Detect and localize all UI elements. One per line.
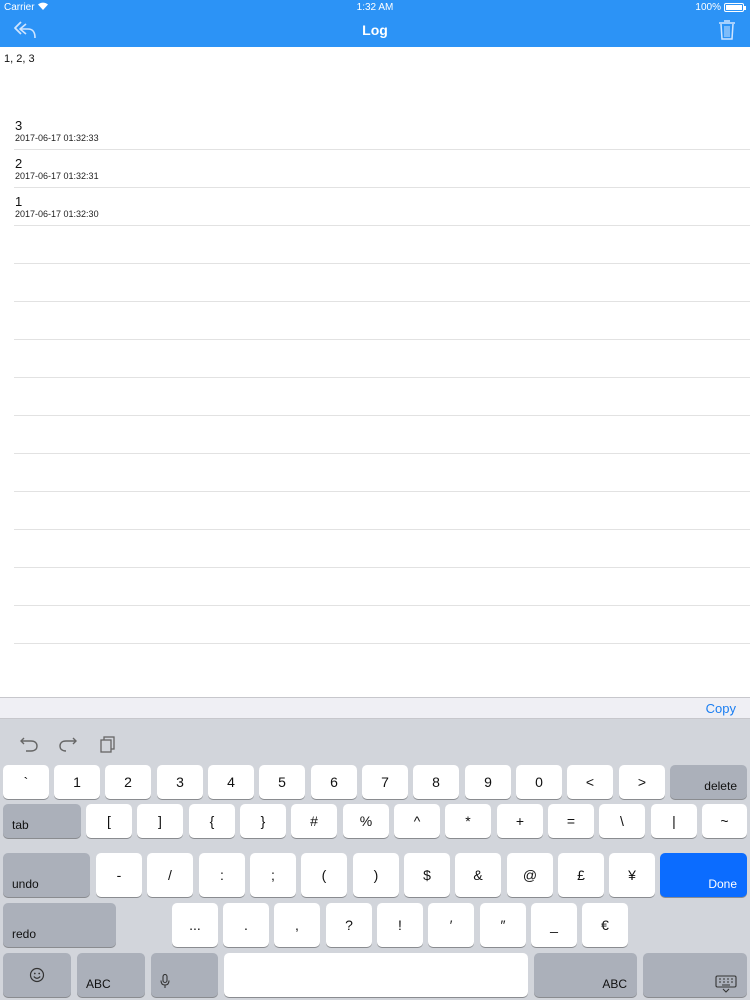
empty-row (14, 302, 750, 340)
key[interactable]: ~ (702, 804, 747, 838)
undo-key[interactable]: undo (3, 853, 90, 897)
undo-arrow-icon[interactable] (18, 733, 40, 755)
log-list: 3 2017-06-17 01:32:33 2 2017-06-17 01:32… (14, 112, 750, 644)
copy-button[interactable]: Copy (706, 701, 736, 716)
abc-key-right[interactable]: ABC (534, 953, 637, 997)
empty-row (14, 530, 750, 568)
paste-icon[interactable] (97, 733, 119, 755)
dictation-key[interactable] (151, 953, 218, 997)
keyboard: Copy ` 1 2 3 4 5 6 7 8 9 0 < > delete ta… (0, 697, 750, 1000)
key[interactable]: + (497, 804, 543, 838)
empty-row (14, 226, 750, 264)
key[interactable]: ] (137, 804, 183, 838)
key[interactable]: ^ (394, 804, 440, 838)
log-summary: 1, 2, 3 (4, 53, 35, 65)
key[interactable]: % (343, 804, 389, 838)
key[interactable]: ! (377, 903, 423, 947)
key[interactable]: ? (326, 903, 372, 947)
key[interactable]: = (548, 804, 594, 838)
abc-key-left[interactable]: ABC (77, 953, 145, 997)
key[interactable]: , (274, 903, 320, 947)
list-item[interactable]: 2 2017-06-17 01:32:31 (14, 150, 750, 188)
entry-timestamp: 2017-06-17 01:32:30 (15, 209, 99, 219)
key[interactable]: ; (250, 853, 296, 897)
key[interactable]: 0 (516, 765, 562, 799)
key[interactable]: ¥ (609, 853, 655, 897)
key[interactable]: 2 (105, 765, 151, 799)
key[interactable]: £ (558, 853, 604, 897)
key[interactable]: € (582, 903, 628, 947)
key[interactable]: } (240, 804, 286, 838)
list-item[interactable]: 3 2017-06-17 01:32:33 (14, 112, 750, 150)
empty-row (14, 606, 750, 644)
empty-row (14, 340, 750, 378)
entry-value: 2 (15, 156, 23, 171)
navigation-bar: Carrier 1:32 AM 100% Log (0, 0, 750, 47)
key[interactable]: 3 (157, 765, 203, 799)
microphone-icon (160, 974, 170, 989)
keyboard-dismiss-icon (715, 975, 737, 993)
entry-timestamp: 2017-06-17 01:32:33 (15, 133, 99, 143)
done-key[interactable]: Done (660, 853, 747, 897)
key[interactable]: 7 (362, 765, 408, 799)
key[interactable]: @ (507, 853, 553, 897)
key[interactable]: 1 (54, 765, 100, 799)
empty-row (14, 416, 750, 454)
list-item[interactable]: 1 2017-06-17 01:32:30 (14, 188, 750, 226)
entry-value: 3 (15, 118, 23, 133)
key[interactable]: | (651, 804, 697, 838)
key[interactable]: ( (301, 853, 347, 897)
key[interactable]: [ (86, 804, 132, 838)
battery-icon (724, 3, 746, 12)
key[interactable]: { (189, 804, 235, 838)
battery-percent: 100% (695, 2, 721, 13)
key[interactable]: 4 (208, 765, 254, 799)
key[interactable]: ″ (480, 903, 526, 947)
redo-key[interactable]: redo (3, 903, 116, 947)
key[interactable]: > (619, 765, 665, 799)
trash-icon[interactable] (718, 19, 736, 41)
status-time: 1:32 AM (356, 2, 394, 13)
empty-row (14, 454, 750, 492)
empty-row (14, 264, 750, 302)
key[interactable]: / (147, 853, 193, 897)
empty-row (14, 568, 750, 606)
key[interactable]: ) (353, 853, 399, 897)
key[interactable]: - (96, 853, 142, 897)
dismiss-keyboard-key[interactable] (643, 953, 747, 997)
page-title: Log (362, 22, 388, 38)
delete-key[interactable]: delete (670, 765, 747, 799)
emoji-icon (29, 967, 45, 983)
key[interactable]: 5 (259, 765, 305, 799)
key[interactable]: ... (172, 903, 218, 947)
key[interactable]: ′ (428, 903, 474, 947)
key[interactable]: * (445, 804, 491, 838)
emoji-key[interactable] (3, 953, 71, 997)
key[interactable]: : (199, 853, 245, 897)
empty-row (14, 378, 750, 416)
key[interactable]: \ (599, 804, 645, 838)
key[interactable]: $ (404, 853, 450, 897)
key[interactable]: 6 (311, 765, 357, 799)
space-bar[interactable] (224, 953, 528, 997)
redo-arrow-icon[interactable] (57, 733, 79, 755)
key[interactable]: . (223, 903, 269, 947)
key[interactable]: 9 (465, 765, 511, 799)
entry-timestamp: 2017-06-17 01:32:31 (15, 171, 99, 181)
entry-value: 1 (15, 194, 23, 209)
key[interactable]: & (455, 853, 501, 897)
key[interactable]: < (567, 765, 613, 799)
empty-row (14, 492, 750, 530)
key[interactable]: # (291, 804, 337, 838)
status-bar: Carrier 1:32 AM 100% (0, 0, 750, 14)
key[interactable]: ` (3, 765, 49, 799)
tab-key[interactable]: tab (3, 804, 81, 838)
copy-accessory-bar: Copy (0, 697, 750, 719)
key[interactable]: _ (531, 903, 577, 947)
key[interactable]: 8 (413, 765, 459, 799)
